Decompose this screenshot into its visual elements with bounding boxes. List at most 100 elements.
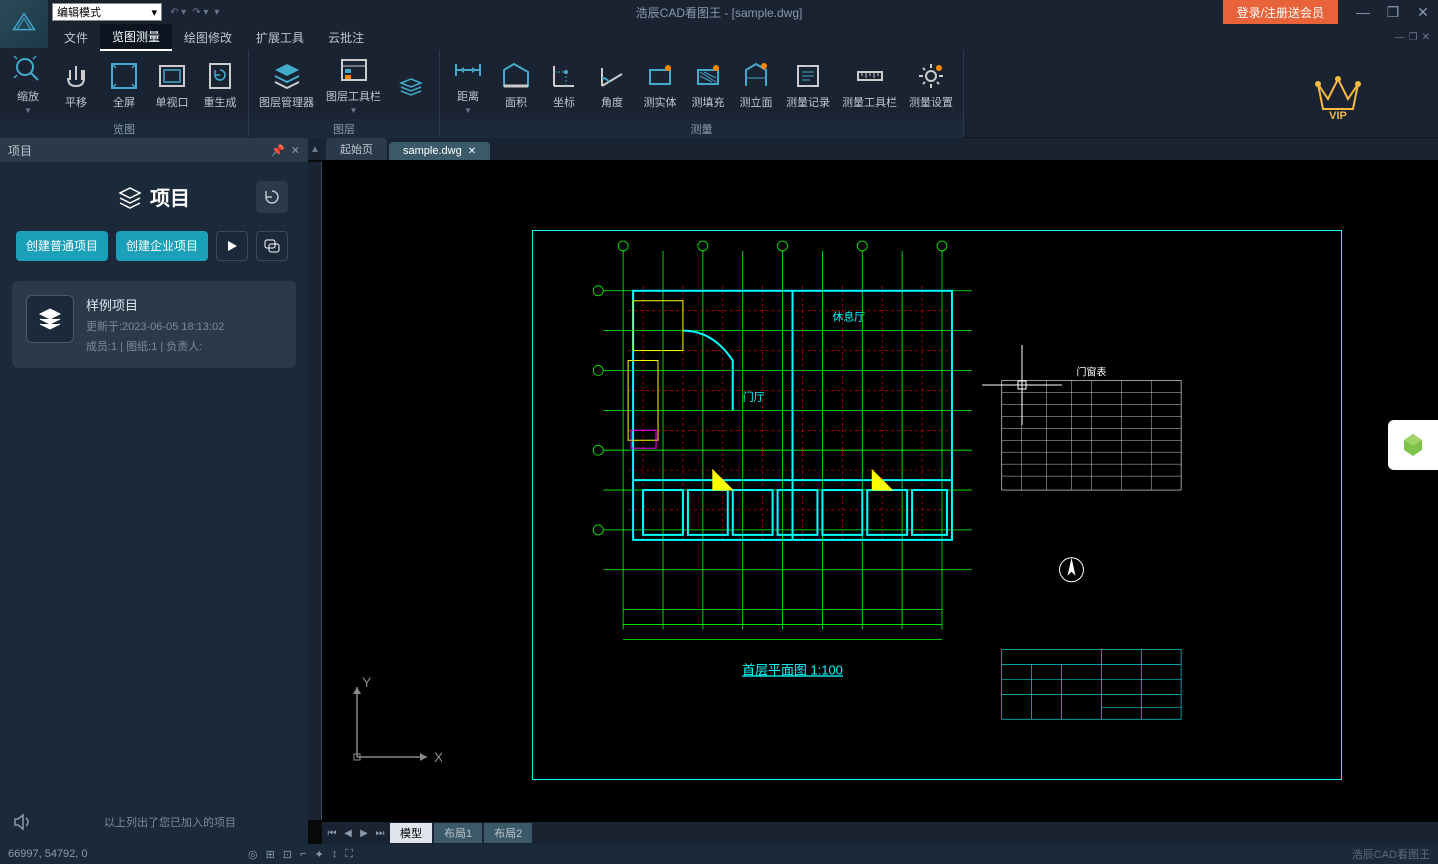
record-icon bbox=[792, 60, 824, 92]
ribbon-item-label: 测量设置 bbox=[909, 94, 953, 110]
ribbon-viewport-button[interactable]: 单视口 bbox=[148, 52, 196, 117]
menu-file[interactable]: 文件 bbox=[52, 25, 100, 50]
ribbon-fill-button[interactable]: 测填充 bbox=[684, 52, 732, 117]
chevron-down-icon: ▼ bbox=[350, 106, 358, 115]
ribbon-measuretool-button[interactable]: 测量工具栏 bbox=[836, 52, 903, 117]
ribbon-angle-button[interactable]: 角度 bbox=[588, 52, 636, 117]
menu-cloud-annotate[interactable]: 云批注 bbox=[316, 25, 376, 50]
ribbon-regen-button[interactable]: 重生成 bbox=[196, 52, 244, 117]
ribbon-distance-button[interactable]: 距离▼ bbox=[444, 52, 492, 117]
mode-select-value: 编辑模式 bbox=[57, 4, 101, 20]
layers-icon bbox=[118, 185, 142, 209]
panel-close-icon[interactable]: ✕ bbox=[291, 144, 300, 157]
vip-badge-icon[interactable]: VIP bbox=[1238, 50, 1438, 137]
status-ortho-icon[interactable]: ⌐ bbox=[300, 848, 306, 861]
ribbon-item-label: 角度 bbox=[601, 94, 623, 110]
ribbon-item-label: 面积 bbox=[505, 94, 527, 110]
settings-icon bbox=[915, 60, 947, 92]
coord-icon bbox=[548, 60, 580, 92]
ribbon-area-button[interactable]: 面积 bbox=[492, 52, 540, 117]
status-extent-icon[interactable]: ⛶ bbox=[345, 848, 353, 861]
play-button[interactable] bbox=[216, 231, 248, 261]
create-enterprise-project-button[interactable]: 创建企业项目 bbox=[116, 231, 208, 261]
ribbon-layertool-button[interactable]: 图层工具栏▼ bbox=[320, 52, 387, 117]
layout-first-icon[interactable]: ⏮ bbox=[324, 828, 340, 839]
close-icon[interactable]: ✕ bbox=[1408, 0, 1438, 24]
layout-prev-icon[interactable]: ◀ bbox=[340, 828, 356, 839]
zoom-icon bbox=[12, 54, 44, 86]
vertical-ruler[interactable] bbox=[308, 162, 322, 820]
ribbon-item-label: 测量工具栏 bbox=[842, 94, 897, 110]
login-button[interactable]: 登录/注册送会员 bbox=[1223, 0, 1338, 24]
child-minimize-icon[interactable]: ― bbox=[1395, 32, 1405, 43]
fullscreen-icon bbox=[108, 60, 140, 92]
layout-next-icon[interactable]: ▶ bbox=[356, 828, 372, 839]
ribbon-group-view-label: 览图 bbox=[0, 119, 248, 139]
sound-icon[interactable] bbox=[12, 812, 32, 832]
status-target-icon[interactable]: ◎ bbox=[248, 848, 258, 861]
layout-tab-layout2[interactable]: 布局2 bbox=[484, 823, 532, 843]
ribbon-entity-button[interactable]: 测实体 bbox=[636, 52, 684, 117]
layout-last-icon[interactable]: ⏭ bbox=[372, 828, 388, 839]
svg-text:首层平面图 1:100: 首层平面图 1:100 bbox=[742, 662, 843, 677]
refresh-icon bbox=[263, 188, 281, 206]
ribbon-item-label: 单视口 bbox=[156, 94, 189, 110]
ribbon-elevation-button[interactable]: 测立面 bbox=[732, 52, 780, 117]
tab-close-icon[interactable]: ✕ bbox=[468, 146, 476, 157]
refresh-button[interactable] bbox=[256, 181, 288, 213]
ribbon-item-label: 平移 bbox=[65, 94, 87, 110]
svg-text:门窗表: 门窗表 bbox=[1077, 365, 1107, 378]
tab-file[interactable]: sample.dwg✕ bbox=[389, 142, 490, 160]
status-grid-icon[interactable]: ⊞ bbox=[266, 848, 275, 861]
ribbon-settings-button[interactable]: 测量设置 bbox=[903, 52, 959, 117]
svg-text:Y: Y bbox=[362, 674, 372, 690]
elevation-icon bbox=[740, 60, 772, 92]
menu-view-measure[interactable]: 览图测量 bbox=[100, 24, 172, 51]
status-snap-icon[interactable]: ⊡ bbox=[283, 848, 292, 861]
area-icon bbox=[500, 60, 532, 92]
app-widget-icon bbox=[1398, 430, 1428, 460]
more-icon[interactable]: ▾ bbox=[214, 7, 219, 18]
redo-icon[interactable]: ↷ ▾ bbox=[192, 7, 208, 18]
layout-tab-model[interactable]: 模型 bbox=[390, 823, 432, 843]
ribbon-pan-button[interactable]: 平移 bbox=[52, 52, 100, 117]
chat-button[interactable] bbox=[256, 231, 288, 261]
layout-tab-layout1[interactable]: 布局1 bbox=[434, 823, 482, 843]
ribbon-coord-button[interactable]: 坐标 bbox=[540, 52, 588, 117]
play-icon bbox=[225, 239, 239, 253]
ribbon-item-label: 坐标 bbox=[553, 94, 575, 110]
app-logo-icon[interactable] bbox=[0, 0, 48, 48]
menu-draw-modify[interactable]: 绘图修改 bbox=[172, 25, 244, 50]
ribbon-record-button[interactable]: 测量记录 bbox=[780, 52, 836, 117]
drawing-canvas[interactable]: 休息厅 门厅 首层平面图 1:100 门窗表 bbox=[322, 160, 1438, 822]
panel-header-title: 项目 bbox=[8, 142, 271, 159]
ribbon-layers-button[interactable]: 图层管理器 bbox=[253, 52, 320, 117]
ribbon-zoom-button[interactable]: 缩放▼ bbox=[4, 52, 52, 117]
ucs-icon: X Y bbox=[342, 672, 442, 772]
create-normal-project-button[interactable]: 创建普通项目 bbox=[16, 231, 108, 261]
minimize-icon[interactable]: ― bbox=[1348, 0, 1378, 24]
measuretool-icon bbox=[854, 60, 886, 92]
child-close-icon[interactable]: ✕ bbox=[1422, 32, 1430, 43]
menu-extend-tools[interactable]: 扩展工具 bbox=[244, 25, 316, 50]
window-title: 浩辰CAD看图王 - [sample.dwg] bbox=[636, 4, 803, 21]
tab-start[interactable]: 起始页 bbox=[326, 138, 387, 160]
ribbon-layerstack-button[interactable] bbox=[387, 52, 435, 117]
status-polar-icon[interactable]: ✦ bbox=[314, 848, 323, 861]
regen-icon bbox=[204, 60, 236, 92]
ribbon-item-label: 距离 bbox=[457, 88, 479, 104]
project-card[interactable]: 样例项目 更新于:2023-06-05 18:13:02 成员:1 | 图纸:1… bbox=[12, 281, 296, 368]
ribbon-item-label: 测填充 bbox=[692, 94, 725, 110]
mode-select[interactable]: 编辑模式 ▾ bbox=[52, 3, 162, 21]
ribbon-fullscreen-button[interactable]: 全屏 bbox=[100, 52, 148, 117]
panel-pin-icon[interactable]: 📌 bbox=[271, 144, 285, 157]
chevron-down-icon: ▼ bbox=[24, 106, 32, 115]
ribbon-item-label: 测实体 bbox=[644, 94, 677, 110]
status-osnap-icon[interactable]: ↕ bbox=[332, 848, 338, 861]
panel-title: 项目 bbox=[150, 182, 190, 211]
side-widget-button[interactable] bbox=[1388, 420, 1438, 470]
undo-icon[interactable]: ↶ ▾ bbox=[170, 7, 186, 18]
maximize-icon[interactable]: ❐ bbox=[1378, 0, 1408, 24]
ribbon-item-label: 测立面 bbox=[740, 94, 773, 110]
child-restore-icon[interactable]: ❐ bbox=[1409, 32, 1418, 43]
